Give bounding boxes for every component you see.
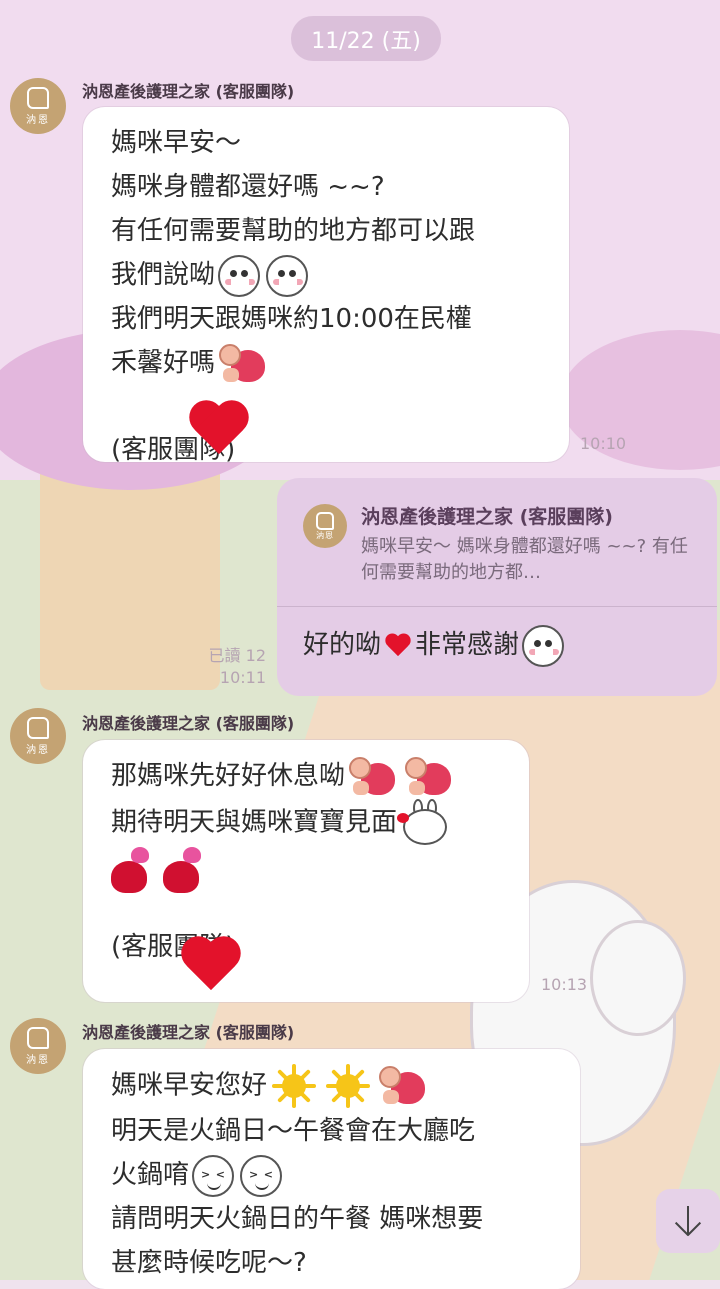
quoted-sender-name: 汭恩產後護理之家 (客服團隊) bbox=[361, 506, 613, 528]
sun-icon bbox=[271, 1063, 317, 1109]
sender-name: 汭恩產後護理之家 (客服團隊) bbox=[82, 714, 295, 733]
red-heart-icon bbox=[180, 936, 242, 998]
logo-icon bbox=[27, 86, 49, 109]
avatar-label: 汭恩 bbox=[26, 1054, 50, 1066]
message-signature: (客服團隊) bbox=[111, 434, 236, 465]
avatar-label: 汭恩 bbox=[316, 530, 334, 540]
smile-face-icon bbox=[218, 254, 261, 297]
quoted-message[interactable]: 汭恩 汭恩產後護理之家 (客服團隊) 媽咪早安～ 媽咪身體都還好嗎 ~~? 有任… bbox=[277, 478, 717, 607]
smile-face-icon bbox=[266, 254, 309, 297]
hug-heart-icon bbox=[403, 755, 455, 799]
message-line: 媽咪早安～ bbox=[111, 128, 242, 158]
message-time: 10:10 bbox=[580, 434, 627, 453]
smile-face-icon bbox=[522, 624, 565, 667]
avatar-label: 汭恩 bbox=[26, 744, 50, 756]
message-line: 禾馨好嗎 bbox=[111, 348, 216, 378]
quoted-text: 媽咪早安～ 媽咪身體都還好嗎 ~~? 有任何需要幫助的地方都… bbox=[361, 536, 688, 583]
message-line: 期待明天與媽咪寶寶見面 bbox=[111, 807, 398, 837]
sender-avatar[interactable]: 汭恩 bbox=[10, 1018, 66, 1074]
logo-icon bbox=[27, 716, 49, 739]
sun-icon bbox=[325, 1063, 371, 1109]
scroll-to-bottom-button[interactable] bbox=[656, 1189, 720, 1253]
hug-heart-icon bbox=[347, 755, 399, 799]
date-separator: 11/22 (五) bbox=[291, 16, 441, 61]
double-heart-icon bbox=[163, 846, 205, 893]
message-line: 火鍋唷 bbox=[111, 1160, 190, 1190]
quoted-avatar: 汭恩 bbox=[303, 504, 347, 548]
double-heart-icon bbox=[111, 846, 153, 893]
hug-heart-icon bbox=[377, 1064, 429, 1108]
message-signature: (客服團隊) bbox=[111, 931, 236, 962]
message-line: 媽咪早安您好 bbox=[111, 1070, 268, 1101]
hug-heart-icon bbox=[217, 342, 269, 386]
reply-text-part: 好的呦 bbox=[303, 630, 382, 660]
reply-text-part: 非常感謝 bbox=[415, 630, 520, 660]
laugh-face-icon: > < bbox=[240, 1154, 283, 1197]
message-line: 我們說呦 bbox=[111, 260, 216, 290]
message-line: 有任何需要幫助的地方都可以跟 bbox=[111, 216, 476, 246]
avatar-label: 汭恩 bbox=[26, 114, 50, 126]
outgoing-reply-bubble[interactable]: 汭恩 汭恩產後護理之家 (客服團隊) 媽咪早安～ 媽咪身體都還好嗎 ~~? 有任… bbox=[277, 478, 717, 696]
sender-name: 汭恩產後護理之家 (客服團隊) bbox=[82, 1023, 295, 1042]
sender-name: 汭恩產後護理之家 (客服團隊) bbox=[82, 82, 295, 101]
red-heart-icon bbox=[385, 634, 411, 658]
message-line: 那媽咪先好好休息呦 bbox=[111, 761, 346, 791]
bunny-kiss-icon bbox=[397, 798, 449, 847]
logo-icon bbox=[316, 511, 334, 530]
read-count: 已讀 12 bbox=[208, 646, 266, 665]
message-line: 我們明天跟媽咪約10:00在民權 bbox=[111, 304, 472, 334]
message-line: 媽咪身體都還好嗎 ~~? bbox=[111, 172, 385, 202]
read-receipt: 已讀 12 10:11 bbox=[196, 645, 266, 689]
message-line: 甚麼時候吃呢～? bbox=[111, 1248, 307, 1278]
message-line: 請問明天火鍋日的午餐 媽咪想要 bbox=[111, 1204, 484, 1234]
message-bubble[interactable]: 那媽咪先好好休息呦 期待明天與媽咪寶寶見面 (客服團隊) bbox=[83, 740, 529, 1002]
message-bubble[interactable]: 媽咪早安～ 媽咪身體都還好嗎 ~~? 有任何需要幫助的地方都可以跟 我們說呦 我… bbox=[83, 107, 569, 465]
laugh-face-icon: > < bbox=[192, 1154, 235, 1197]
red-heart-icon bbox=[188, 400, 250, 462]
chat-thread[interactable]: 11/22 (五) 汭恩 汭恩產後護理之家 (客服團隊) 媽咪早安～ 媽咪身體都… bbox=[0, 0, 720, 1289]
message-bubble[interactable]: 媽咪早安您好 明天是火鍋日～午餐會在大廳吃 火鍋唷 > < > < 請問明天火鍋日的午餐… bbox=[83, 1049, 580, 1289]
sender-avatar[interactable]: 汭恩 bbox=[10, 708, 66, 764]
message-line: 明天是火鍋日～午餐會在大廳吃 bbox=[111, 1116, 476, 1146]
sender-avatar[interactable]: 汭恩 bbox=[10, 78, 66, 134]
logo-icon bbox=[27, 1026, 49, 1049]
arrow-down-icon bbox=[673, 1206, 703, 1237]
reply-text: 好的呦 非常感謝 bbox=[303, 624, 567, 667]
message-time: 10:13 bbox=[541, 975, 588, 994]
message-time: 10:11 bbox=[219, 668, 266, 687]
